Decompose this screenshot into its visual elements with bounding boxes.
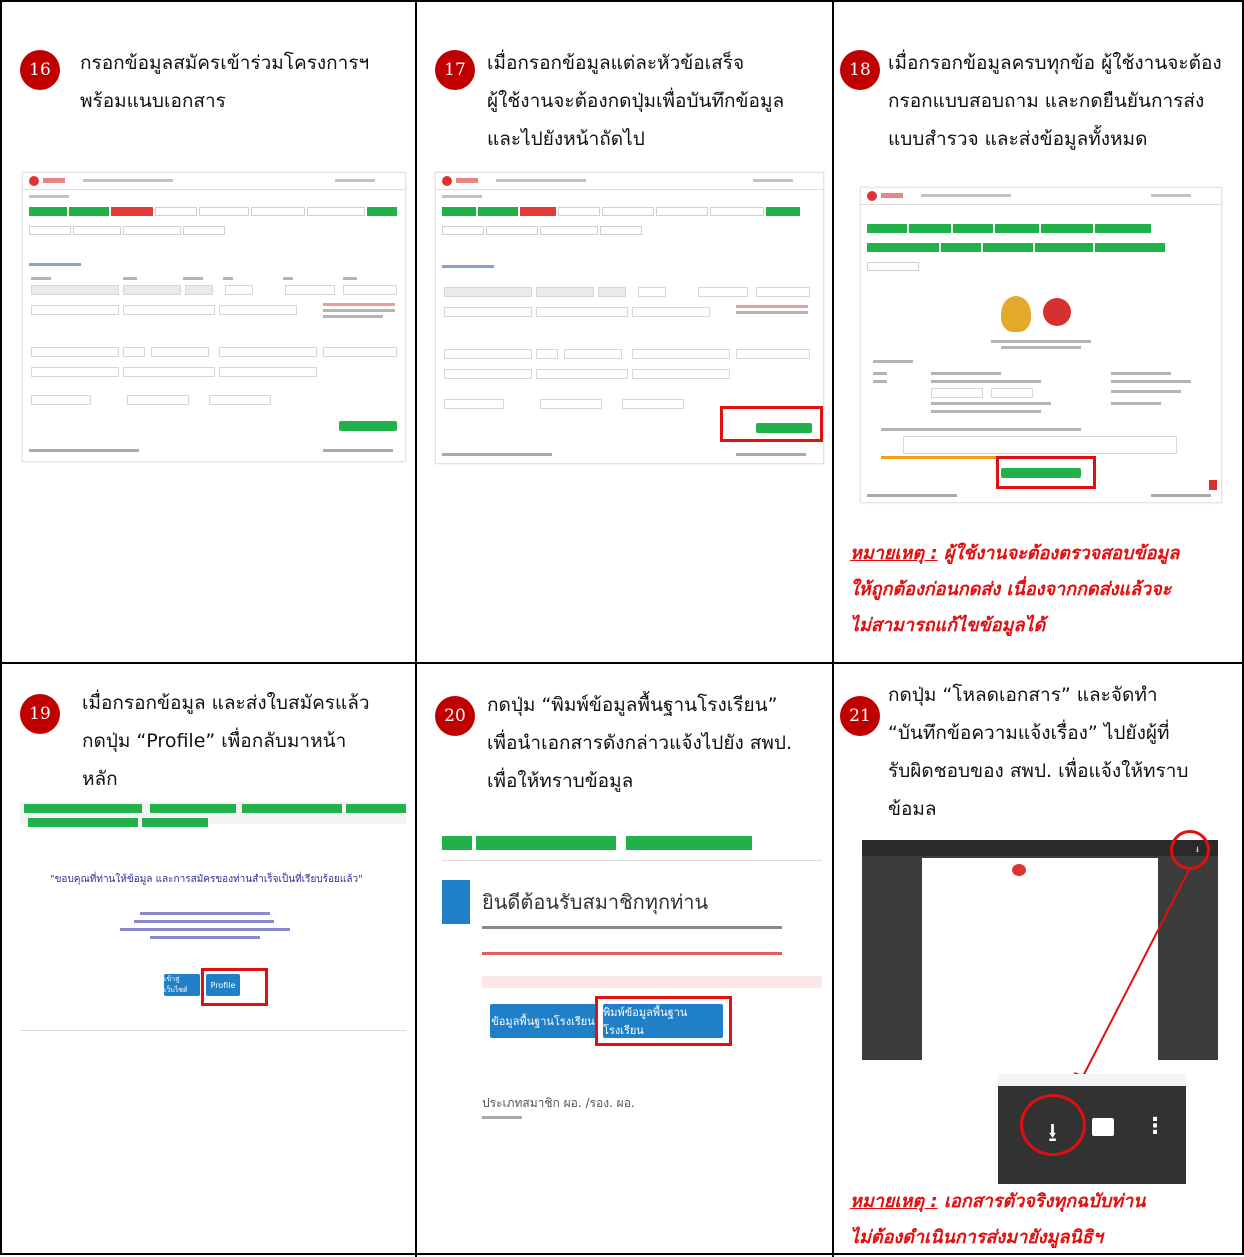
step-20-cell: 20 กดปุ่ม “พิมพ์ข้อมูลพื้นฐานโรงเรียน” เ… bbox=[417, 664, 832, 1257]
step-number-badge: 18 bbox=[840, 50, 880, 90]
step-17-cell: 17 เมื่อกรอกข้อมูลแต่ละหัวข้อเสร็จ ผู้ใช… bbox=[417, 2, 832, 662]
save-button-highlight bbox=[720, 406, 823, 442]
success-screenshot: "ขอบคุณที่ท่านให้ข้อมูล และการสมัครของท่… bbox=[20, 802, 406, 952]
home-button[interactable]: เข้าสู่เว็บไซต์ bbox=[164, 974, 200, 996]
step-20-text: กดปุ่ม “พิมพ์ข้อมูลพื้นฐานโรงเรียน” เพื่… bbox=[487, 694, 793, 792]
step-16-text: กรอกข้อมูลสมัครเข้าร่วมโครงการฯ พร้อมแนบ… bbox=[80, 52, 370, 112]
logo-icon bbox=[1043, 298, 1071, 326]
step-number-badge: 16 bbox=[20, 50, 60, 90]
print-icon[interactable] bbox=[1092, 1118, 1114, 1136]
member-type: ประเภทสมาชิก ผอ. /รอง. ผอ. bbox=[482, 1096, 635, 1110]
step-number-badge: 19 bbox=[20, 694, 60, 734]
instruction-table: 16 กรอกข้อมูลสมัครเข้าร่วมโครงการฯ พร้อม… bbox=[0, 0, 1244, 1257]
step-18-cell: 18 เมื่อกรอกข้อมูลครบทุกข้อ ผู้ใช้งานจะต… bbox=[834, 2, 1244, 662]
step-19-cell: 19 เมื่อกรอกข้อมูล และส่งใบสมัครแล้ว กดป… bbox=[2, 664, 415, 1257]
submit-button-highlight bbox=[996, 456, 1096, 489]
basic-info-button[interactable]: ข้อมูลพื้นฐานโรงเรียน bbox=[490, 1004, 596, 1038]
step-17-text: เมื่อกรอกข้อมูลแต่ละหัวข้อเสร็จ ผู้ใช้งา… bbox=[487, 52, 785, 150]
download-button-highlight bbox=[1020, 1094, 1086, 1156]
step-19-text: เมื่อกรอกข้อมูล และส่งใบสมัครแล้ว กดปุ่ม… bbox=[82, 692, 370, 790]
emblem-icon bbox=[1001, 296, 1031, 332]
welcome-heading: ยินดีต้อนรับสมาชิกทุกท่าน bbox=[482, 890, 709, 914]
step-18-text: เมื่อกรอกข้อมูลครบทุกข้อ ผู้ใช้งานจะต้อง… bbox=[888, 52, 1222, 150]
step-21-cell: 21 กดปุ่ม “โหลดเอกสาร” และจัดทำ “บันทึกข… bbox=[834, 664, 1244, 1257]
success-message: "ขอบคุณที่ท่านให้ข้อมูล และการสมัครของท่… bbox=[50, 874, 363, 885]
profile-screenshot: ยินดีต้อนรับสมาชิกทุกท่าน ประเภทสมาชิก ผ… bbox=[442, 834, 822, 1134]
profile-button-highlight bbox=[201, 968, 268, 1006]
note-18: หมายเหตุ : ผู้ใช้งานจะต้องตรวจสอบข้อมูล … bbox=[850, 543, 1180, 636]
step-number-badge: 17 bbox=[435, 50, 475, 90]
step-number-badge: 20 bbox=[435, 696, 475, 736]
step-16-cell: 16 กรอกข้อมูลสมัครเข้าร่วมโครงการฯ พร้อม… bbox=[2, 2, 415, 662]
more-vertical-icon[interactable]: ⋮ bbox=[1144, 1114, 1166, 1139]
print-button-highlight bbox=[595, 996, 732, 1046]
note-21: หมายเหตุ : เอกสารตัวจริงทุกฉบับท่าน ไม่ต… bbox=[850, 1191, 1146, 1248]
form-screenshot bbox=[22, 172, 406, 462]
